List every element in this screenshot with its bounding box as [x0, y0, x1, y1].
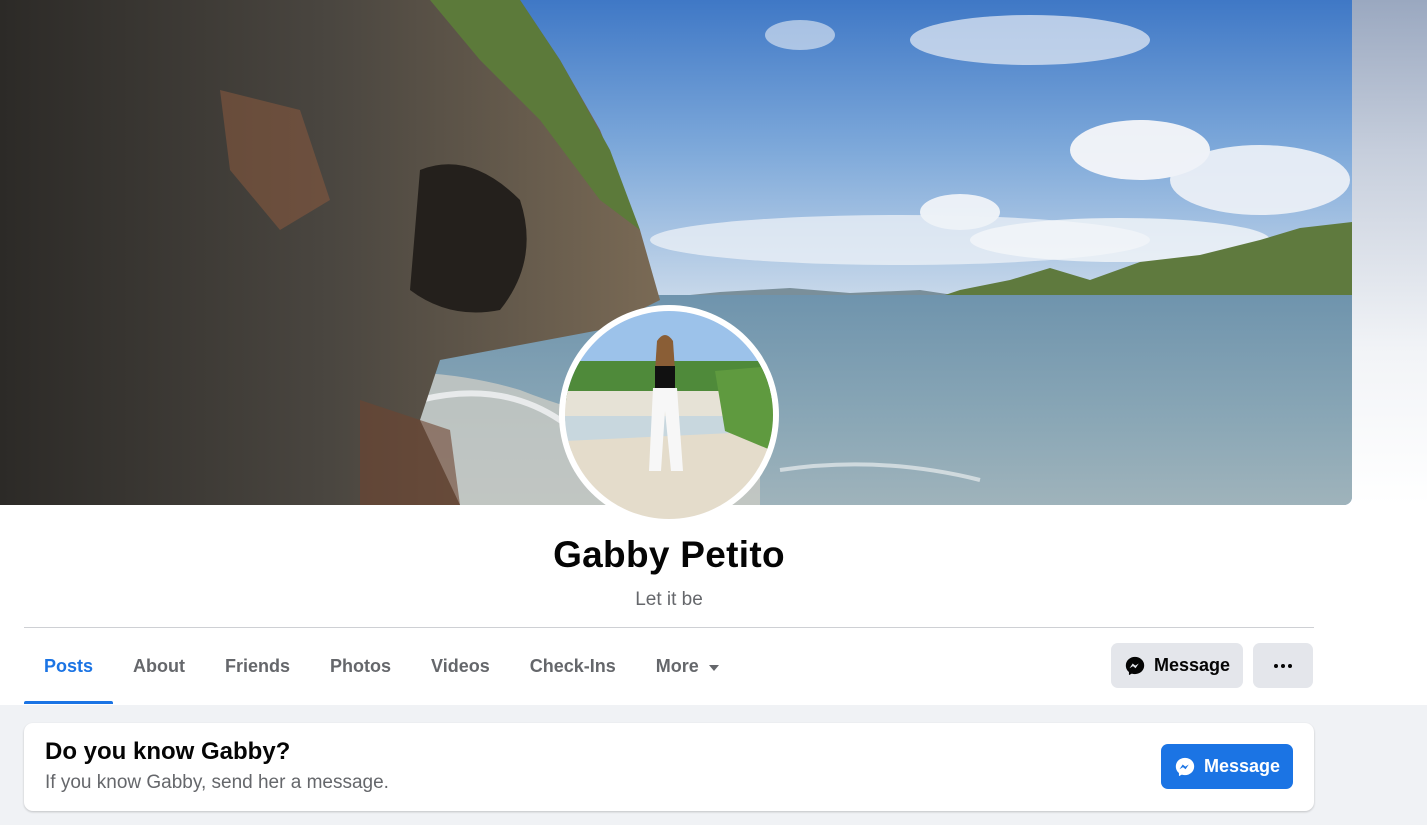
tab-about[interactable]: About [113, 628, 205, 704]
header-gutter [1352, 0, 1427, 505]
profile-bio: Let it be [635, 589, 703, 610]
know-card-subtitle: If you know Gabby, send her a message. [45, 772, 389, 793]
profile-picture-image [565, 311, 773, 519]
tab-videos[interactable]: Videos [411, 628, 510, 704]
profile-avatar[interactable] [559, 305, 779, 525]
profile-tabs: Posts About Friends Photos Videos Check-… [24, 628, 739, 704]
profile-name: Gabby Petito [553, 534, 785, 575]
tab-more[interactable]: More [636, 628, 739, 704]
tab-videos-label: Videos [431, 655, 490, 676]
message-button-label: Message [1153, 655, 1231, 675]
message-button[interactable]: Message [1111, 643, 1243, 688]
tab-photos[interactable]: Photos [310, 628, 411, 704]
messenger-icon [1125, 656, 1145, 675]
tab-about-label: About [133, 655, 186, 676]
tab-photos-label: Photos [330, 655, 392, 676]
know-person-card: Do you know Gabby? If you know Gabby, se… [24, 723, 1314, 811]
know-card-title: Do you know Gabby? [45, 738, 291, 765]
messenger-icon [1175, 757, 1195, 776]
tab-posts-label: Posts [44, 655, 94, 676]
tab-check-ins[interactable]: Check-Ins [510, 628, 636, 704]
tab-more-label: More [655, 655, 699, 676]
tab-friends-label: Friends [225, 655, 291, 676]
know-card-message-label: Message [1203, 756, 1281, 776]
more-options-button[interactable] [1253, 643, 1313, 688]
tab-posts[interactable]: Posts [24, 628, 114, 704]
know-card-message-button[interactable]: Message [1161, 744, 1293, 789]
more-dots-icon [1274, 663, 1292, 668]
profile-page: Gabby Petito Let it be Posts About Frien… [0, 0, 1427, 825]
tab-check-ins-label: Check-Ins [529, 655, 616, 676]
profile-picture [565, 311, 773, 519]
tab-friends[interactable]: Friends [205, 628, 310, 704]
caret-down-icon [708, 664, 719, 671]
